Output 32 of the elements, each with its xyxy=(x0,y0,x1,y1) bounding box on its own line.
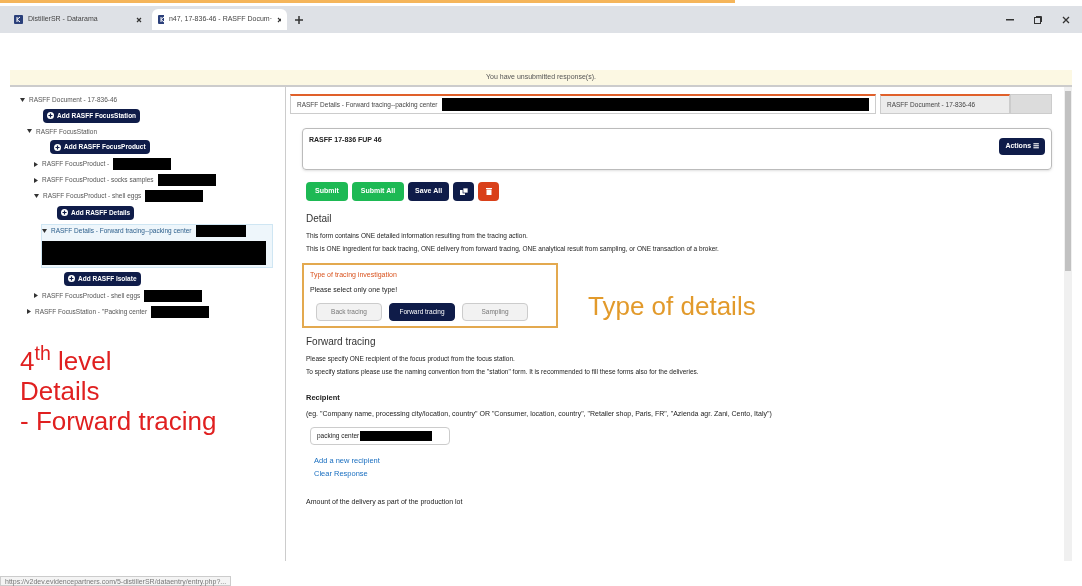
close-icon[interactable] xyxy=(136,16,142,23)
new-tab-button[interactable] xyxy=(295,15,303,24)
annotation-text: Details xyxy=(20,375,101,406)
plus-circle-icon xyxy=(47,112,54,120)
caret-right-icon[interactable] xyxy=(34,293,38,298)
plus-circle-icon xyxy=(61,209,68,217)
tab-strip-filler xyxy=(1010,94,1052,114)
caret-down-icon[interactable] xyxy=(42,228,47,233)
trash-icon xyxy=(485,188,492,195)
plus-circle-icon xyxy=(68,275,75,283)
annotation-text: - Forward tracing xyxy=(20,405,218,436)
plus-circle-icon xyxy=(54,143,61,151)
copy-button[interactable] xyxy=(453,182,475,201)
annotation-text: Type of details xyxy=(588,290,756,323)
restore-icon[interactable] xyxy=(1034,15,1042,24)
scrollbar[interactable] xyxy=(1064,87,1072,561)
caret-right-icon[interactable] xyxy=(34,161,38,167)
section-heading: Detail xyxy=(306,212,333,226)
caret-right-icon[interactable] xyxy=(27,309,31,314)
caret-down-icon[interactable] xyxy=(34,194,39,198)
delete-button[interactable] xyxy=(478,182,500,201)
caret-down-icon[interactable] xyxy=(20,97,25,102)
section-heading: Forward tracing xyxy=(306,335,377,349)
copy-icon xyxy=(459,188,468,195)
app-icon xyxy=(158,15,164,24)
caret-right-icon[interactable] xyxy=(34,177,38,183)
caret-down-icon[interactable] xyxy=(27,129,32,134)
annotation-text: 4$^{th}$ level xyxy=(20,345,113,376)
app-icon xyxy=(14,15,23,24)
minimize-icon[interactable] xyxy=(1006,18,1014,21)
close-icon[interactable] xyxy=(277,16,281,23)
close-icon[interactable] xyxy=(1062,15,1070,24)
